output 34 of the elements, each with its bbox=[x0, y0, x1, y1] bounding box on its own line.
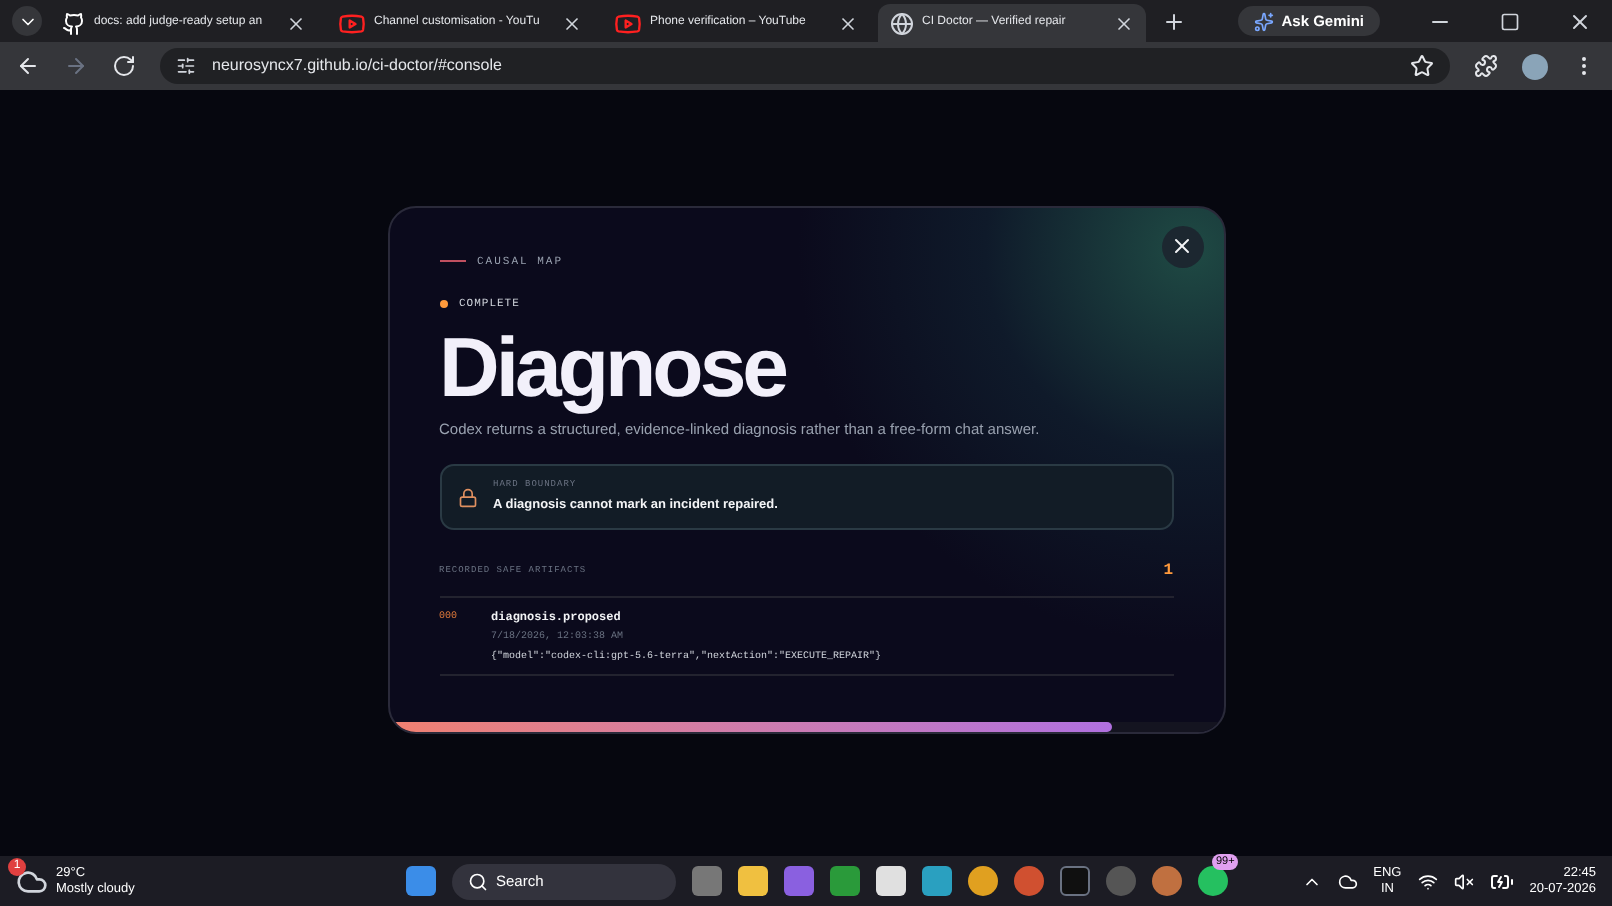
url-text: neurosyncx7.github.io/ci-doctor/#console bbox=[212, 54, 502, 78]
artifacts-count: 1 bbox=[1163, 560, 1173, 585]
profile-avatar[interactable] bbox=[1522, 53, 1548, 79]
weather-icon[interactable] bbox=[16, 865, 48, 897]
maximize-icon[interactable] bbox=[1500, 11, 1520, 31]
battery-icon[interactable] bbox=[1489, 869, 1514, 893]
address-bar[interactable]: neurosyncx7.github.io/ci-doctor/#console bbox=[160, 48, 1450, 84]
cloud-icon[interactable] bbox=[1337, 871, 1358, 891]
close-icon[interactable] bbox=[562, 13, 582, 33]
close-icon[interactable] bbox=[1114, 13, 1134, 33]
site-settings-icon[interactable] bbox=[176, 56, 196, 76]
tab-list-button[interactable] bbox=[12, 6, 42, 36]
close-icon[interactable] bbox=[838, 13, 858, 33]
close-icon bbox=[1170, 234, 1194, 258]
modal-title: Diagnose bbox=[439, 326, 788, 410]
globe-icon bbox=[890, 11, 914, 35]
lock-icon bbox=[457, 487, 477, 508]
bookmark-star-icon[interactable] bbox=[1410, 54, 1434, 78]
new-tab-icon[interactable] bbox=[1162, 9, 1186, 33]
muted-speaker-icon[interactable] bbox=[1453, 871, 1474, 891]
wifi-icon[interactable] bbox=[1417, 871, 1438, 891]
eyebrow-rule bbox=[439, 260, 465, 263]
sparkle-icon bbox=[1253, 11, 1274, 31]
close-icon[interactable] bbox=[286, 13, 306, 33]
back-icon[interactable] bbox=[16, 54, 40, 78]
youtube-icon bbox=[614, 9, 642, 37]
close-window-icon[interactable] bbox=[1568, 9, 1592, 33]
extensions-icon[interactable] bbox=[1474, 54, 1498, 78]
github-icon bbox=[62, 11, 86, 35]
search-icon bbox=[468, 871, 488, 891]
reload-icon[interactable] bbox=[112, 54, 136, 78]
close-button[interactable] bbox=[1161, 225, 1203, 267]
forward-icon[interactable] bbox=[64, 54, 88, 78]
youtube-icon bbox=[338, 9, 366, 37]
